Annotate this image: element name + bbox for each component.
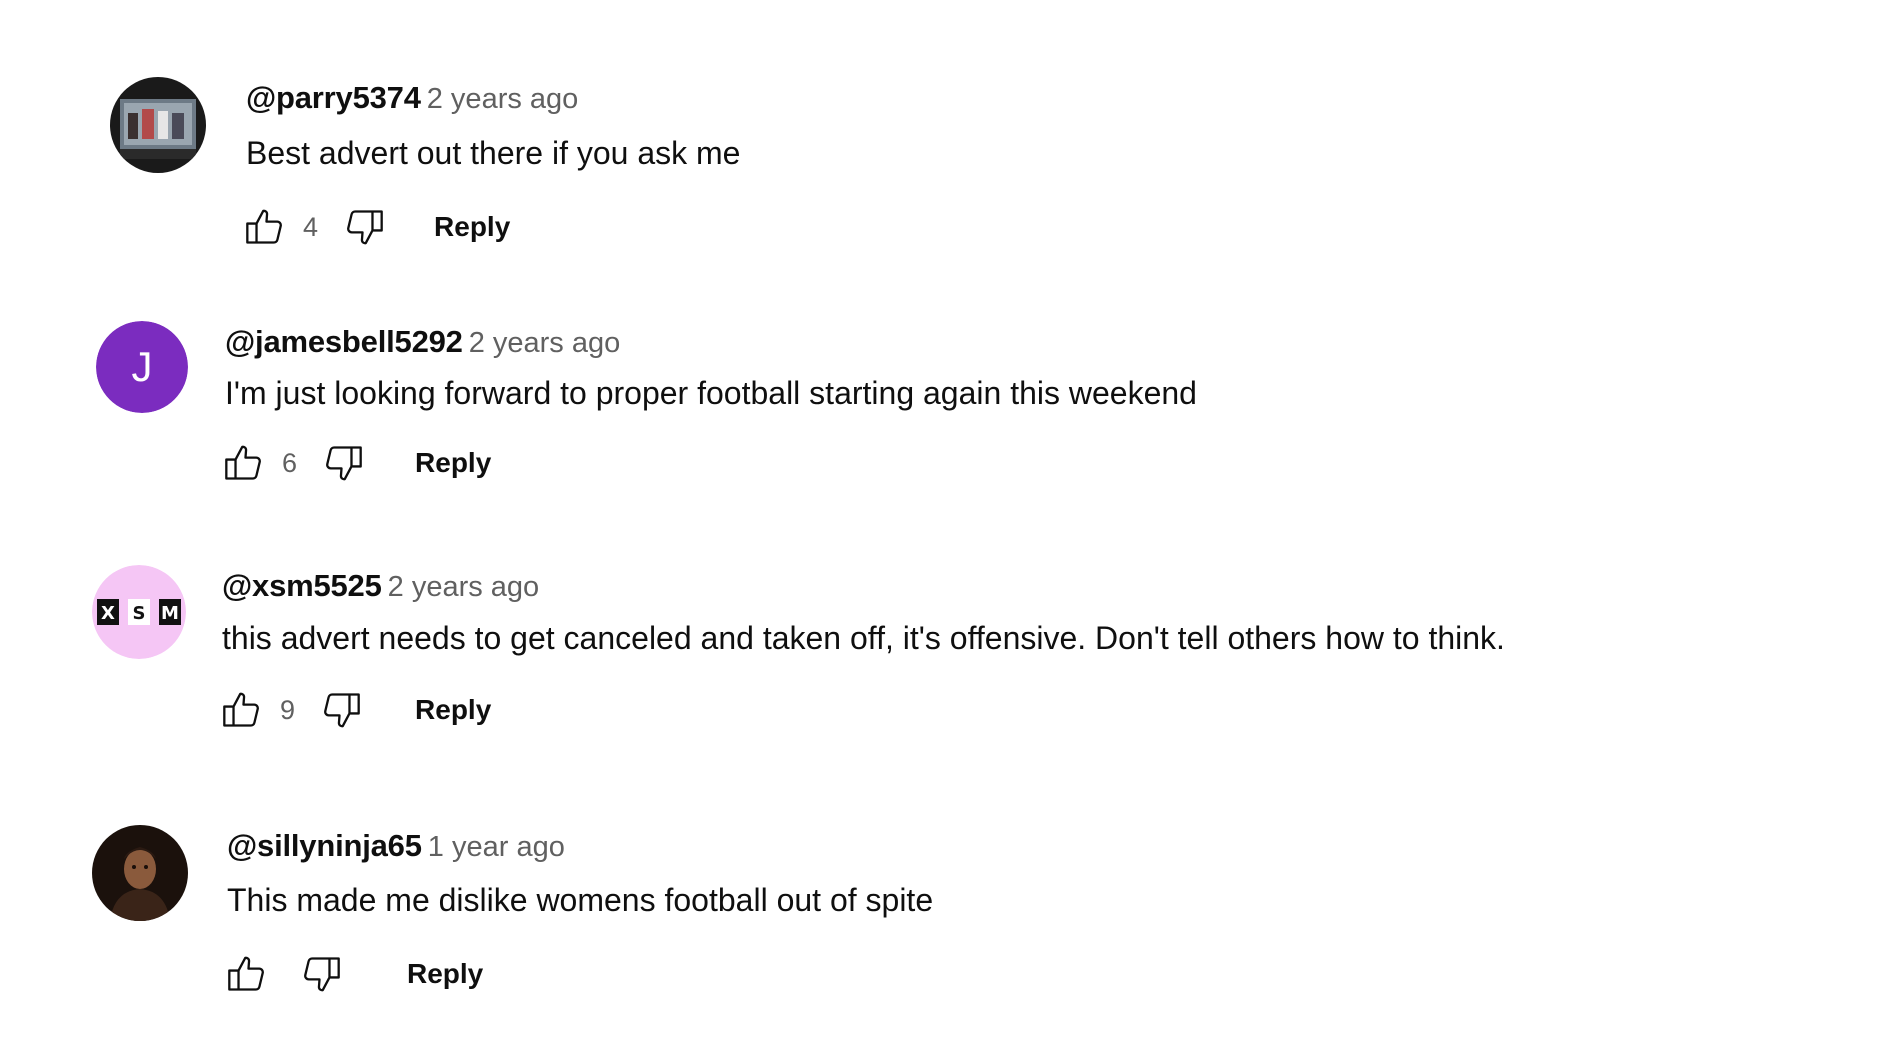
dislike-button[interactable] bbox=[319, 438, 369, 488]
comment-actions: 9 Reply bbox=[216, 685, 491, 735]
svg-text:M: M bbox=[161, 603, 179, 624]
comment-text: this advert needs to get canceled and ta… bbox=[222, 620, 1505, 656]
reply-button[interactable]: Reply bbox=[415, 438, 491, 488]
thumbs-up-icon bbox=[223, 951, 269, 997]
comment-author[interactable]: @xsm5525 bbox=[222, 568, 382, 603]
thumbs-down-icon bbox=[299, 951, 345, 997]
comment-timestamp[interactable]: 2 years ago bbox=[388, 571, 540, 603]
avatar[interactable] bbox=[110, 77, 206, 173]
reply-button[interactable]: Reply bbox=[407, 949, 483, 999]
dislike-button[interactable] bbox=[317, 685, 367, 735]
xsm-logo-icon: X S M bbox=[92, 565, 186, 659]
comment-text: I'm just looking forward to proper footb… bbox=[225, 375, 1197, 411]
thumbs-up-icon bbox=[241, 204, 287, 250]
avatar[interactable]: X S M bbox=[92, 565, 186, 659]
svg-text:J: J bbox=[132, 343, 153, 390]
comment-timestamp[interactable]: 2 years ago bbox=[427, 83, 579, 115]
like-button[interactable] bbox=[218, 438, 268, 488]
letter-avatar-icon: J bbox=[96, 321, 188, 413]
avatar[interactable]: J bbox=[96, 321, 188, 413]
comment-timestamp[interactable]: 2 years ago bbox=[469, 327, 621, 359]
comment-author[interactable]: @jamesbell5292 bbox=[225, 324, 463, 359]
comment-header: @parry5374 2 years ago bbox=[246, 80, 578, 116]
like-button[interactable] bbox=[239, 202, 289, 252]
comment-text: Best advert out there if you ask me bbox=[246, 135, 741, 171]
thumbs-up-icon bbox=[218, 687, 264, 733]
thumbs-up-icon bbox=[220, 440, 266, 486]
comment-timestamp[interactable]: 1 year ago bbox=[428, 831, 565, 863]
comment-actions: 6 Reply bbox=[218, 438, 491, 488]
like-count: 6 bbox=[282, 448, 298, 478]
thumbs-down-icon bbox=[319, 687, 365, 733]
svg-text:X: X bbox=[101, 603, 115, 624]
comment-text: This made me dislike womens football out… bbox=[227, 882, 934, 918]
comment-actions: 4 Reply bbox=[239, 202, 510, 252]
comment-header: @xsm5525 2 years ago bbox=[222, 568, 539, 604]
comment-header: @sillyninja65 1 year ago bbox=[227, 828, 565, 864]
portrait-photo-icon bbox=[92, 825, 188, 921]
comment-author[interactable]: @sillyninja65 bbox=[227, 828, 422, 863]
reply-button[interactable]: Reply bbox=[434, 202, 510, 252]
dislike-button[interactable] bbox=[340, 202, 390, 252]
like-count: 4 bbox=[303, 212, 319, 242]
comment-author[interactable]: @parry5374 bbox=[246, 80, 421, 115]
like-button[interactable] bbox=[216, 685, 266, 735]
svg-text:S: S bbox=[133, 603, 146, 624]
dislike-button[interactable] bbox=[297, 949, 347, 999]
thumbs-down-icon bbox=[342, 204, 388, 250]
thumbs-down-icon bbox=[321, 440, 367, 486]
like-count: 9 bbox=[280, 695, 296, 725]
like-button[interactable] bbox=[221, 949, 271, 999]
avatar[interactable] bbox=[92, 825, 188, 921]
comment-actions: Reply bbox=[221, 949, 483, 999]
shop-window-photo-icon bbox=[110, 77, 206, 173]
reply-button[interactable]: Reply bbox=[415, 685, 491, 735]
comment-header: @jamesbell5292 2 years ago bbox=[225, 324, 620, 360]
